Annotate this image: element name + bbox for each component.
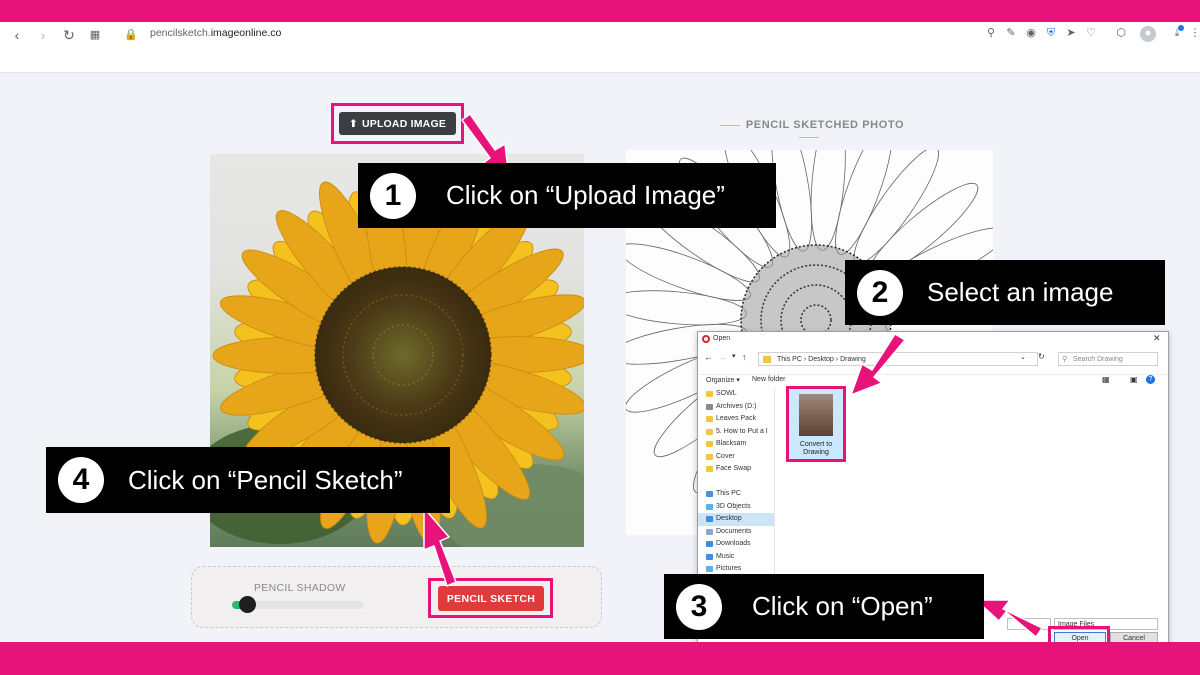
callout-step-1: 1 Click on “Upload Image” bbox=[358, 163, 776, 228]
callout-step-4: 4 Click on “Pencil Sketch” bbox=[46, 447, 450, 513]
step-number-4: 4 bbox=[58, 457, 104, 503]
step-text-2: Select an image bbox=[927, 277, 1114, 307]
step-number-3: 3 bbox=[676, 583, 722, 630]
step-number-2: 2 bbox=[857, 269, 903, 316]
callout-step-2: 2 Select an image bbox=[845, 260, 1165, 325]
callout-step-3: 3 Click on “Open” bbox=[664, 574, 984, 639]
callout-arrows bbox=[423, 113, 1043, 638]
step-text-4: Click on “Pencil Sketch” bbox=[128, 464, 403, 495]
step-text-1: Click on “Upload Image” bbox=[446, 180, 725, 210]
step-text-3: Click on “Open” bbox=[752, 591, 933, 621]
arrow-to-pencil-sketch bbox=[423, 507, 457, 587]
arrow-to-open bbox=[975, 599, 1043, 638]
step-number-1: 1 bbox=[370, 172, 416, 219]
bottom-frame-bar bbox=[0, 642, 1200, 675]
arrow-to-file bbox=[850, 333, 906, 396]
